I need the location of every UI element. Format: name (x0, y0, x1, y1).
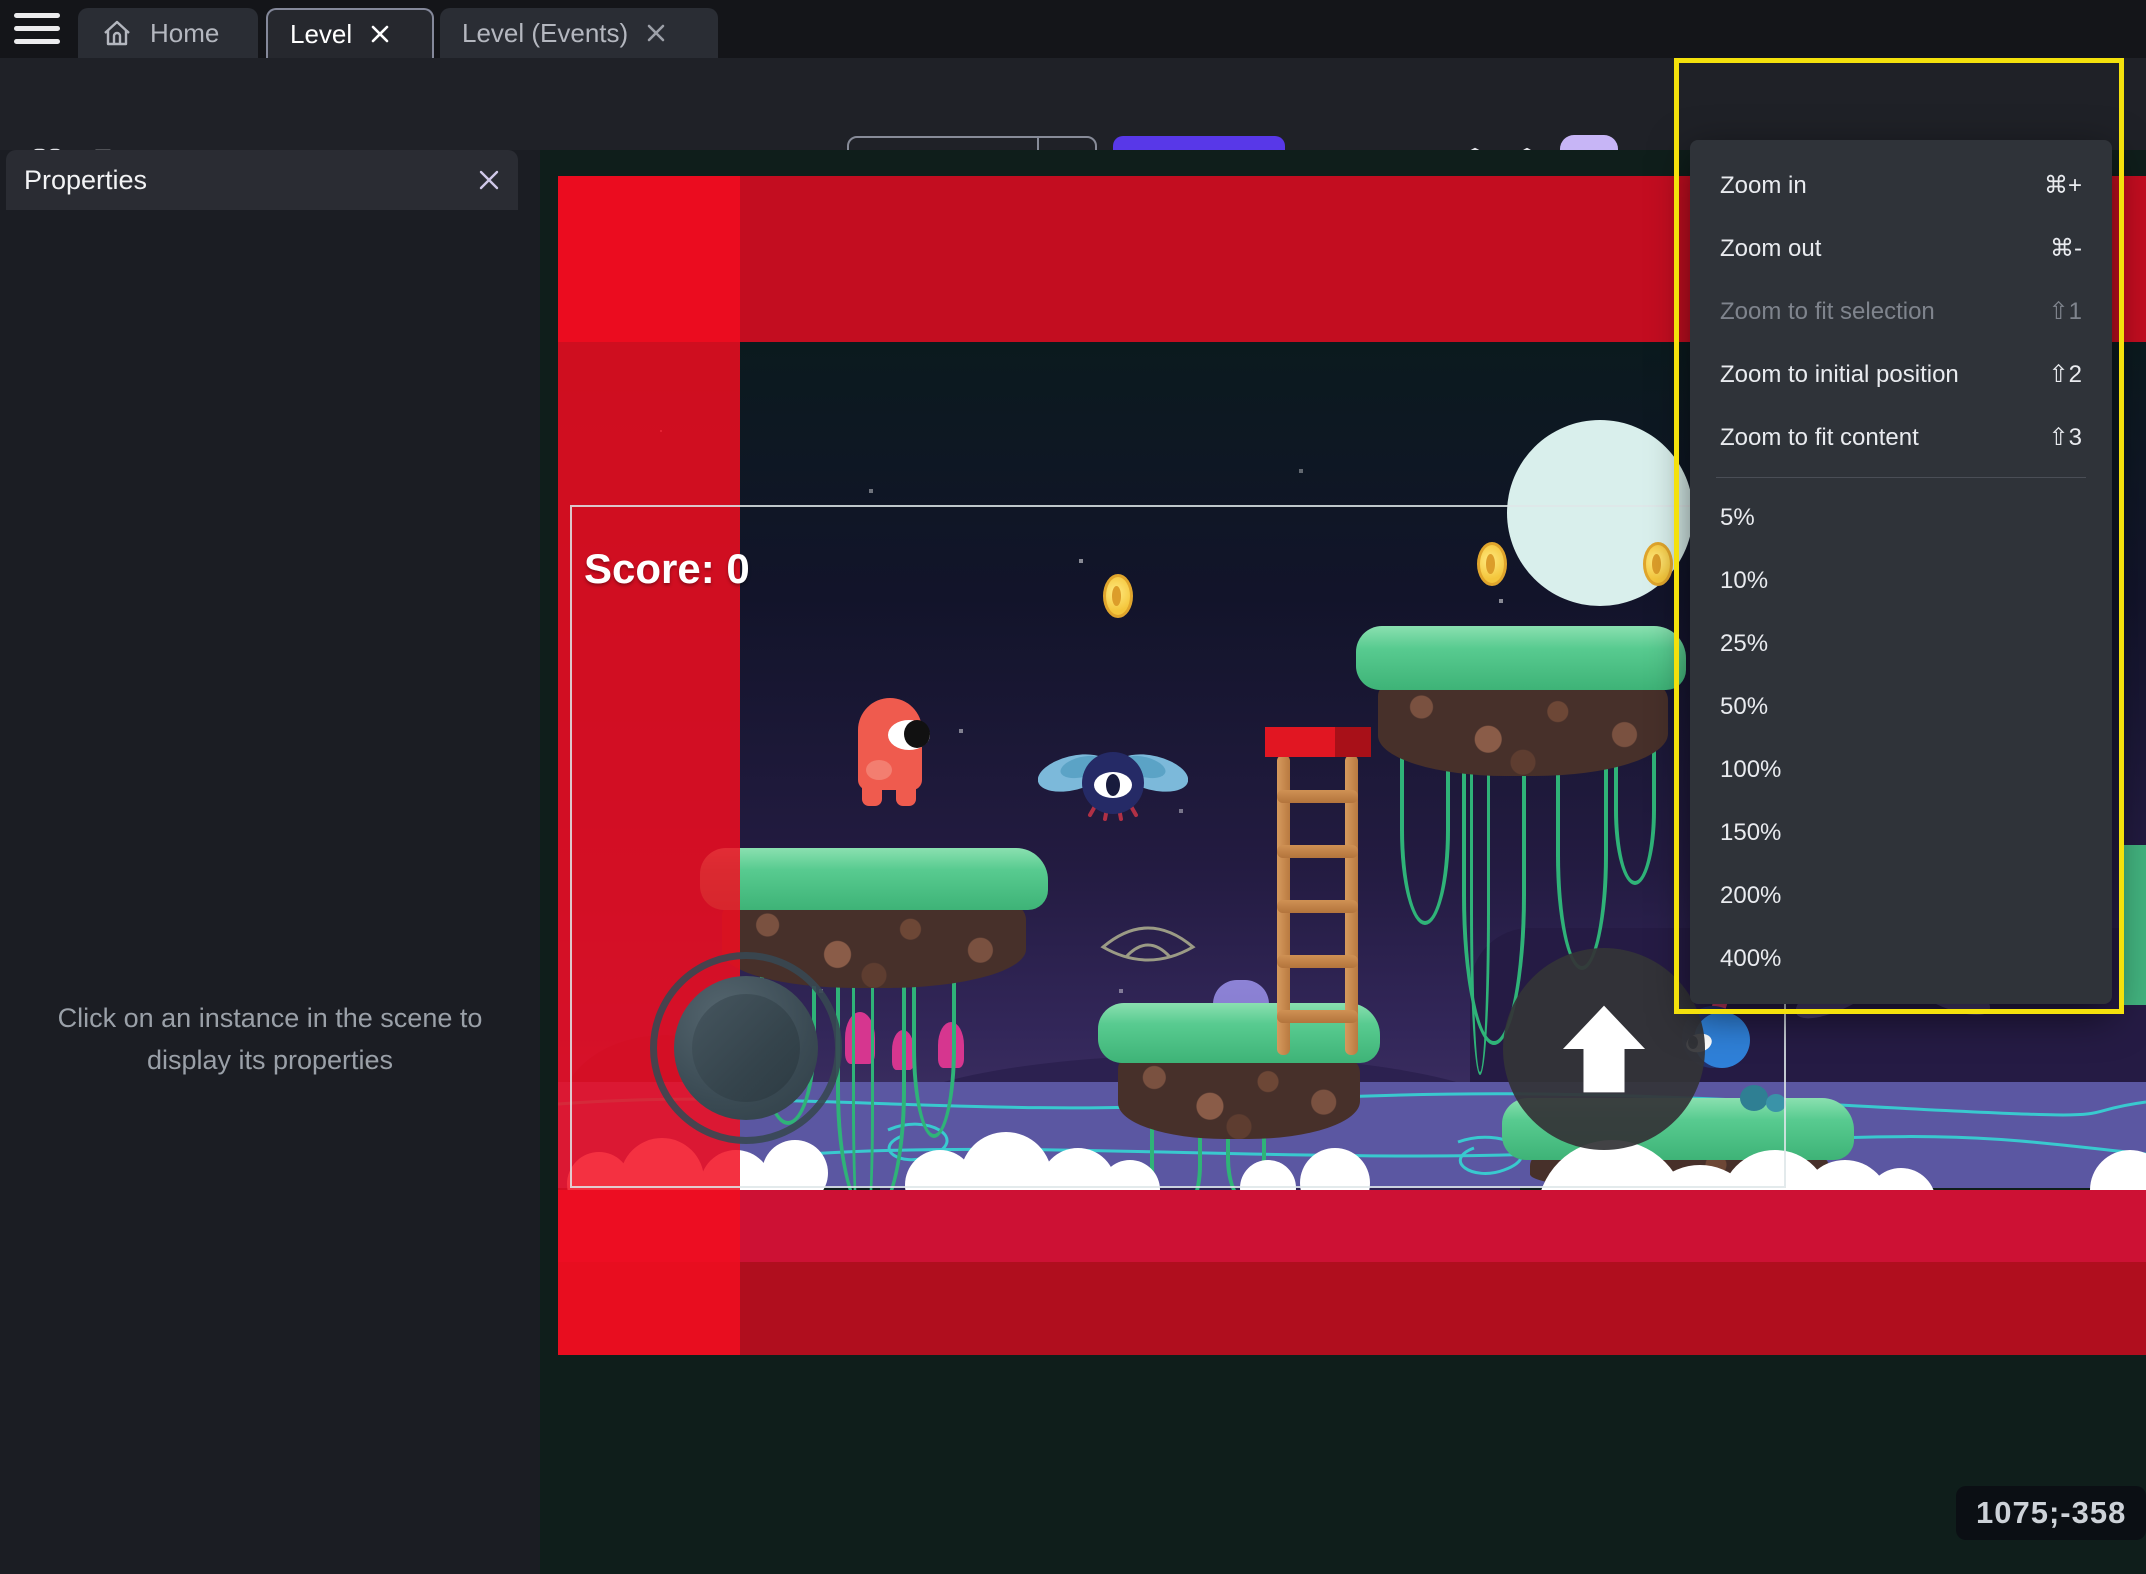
tab-label: Level (290, 18, 353, 49)
menu-item-zoom-150[interactable]: 150% (1690, 801, 2112, 864)
tab-home[interactable]: Home (78, 8, 258, 58)
menu-item-zoom-100[interactable]: 100% (1690, 738, 2112, 801)
zoom-options-menu: Zoom in ⌘+ Zoom out ⌘- Zoom to fit selec… (1690, 140, 2112, 1004)
menu-item-zoom-5[interactable]: 5% (1690, 486, 2112, 549)
properties-title: Properties (24, 164, 148, 195)
cursor-coordinates-badge: 1075;-358 (1956, 1486, 2146, 1540)
tab-label: Home (150, 17, 220, 48)
close-icon[interactable] (644, 21, 668, 45)
platform-sliver (2124, 845, 2146, 1005)
close-icon[interactable] (476, 167, 502, 193)
menu-item-zoom-out[interactable]: Zoom out ⌘- (1690, 217, 2112, 280)
close-icon[interactable] (368, 22, 392, 46)
tab-label: Level (Events) (462, 17, 629, 48)
red-band-bottom-dark (558, 1262, 2146, 1355)
red-band-bottom (558, 1190, 2146, 1262)
menu-item-zoom-25[interactable]: 25% (1690, 612, 2112, 675)
properties-empty-message: Click on an instance in the scene to dis… (57, 1003, 483, 1075)
tab-level[interactable]: Level (266, 8, 434, 58)
menu-item-zoom-10[interactable]: 10% (1690, 549, 2112, 612)
gdevelop-editor-window: Home Level Level (Events) Properties Cli… (0, 0, 2146, 1574)
tab-bar: Home Level Level (Events) (0, 0, 2146, 58)
toolbar: Preview Publish (0, 58, 2146, 196)
menu-item-zoom-initial-position[interactable]: Zoom to initial position ⇧2 (1690, 343, 2112, 406)
score-text-instance[interactable]: Score: 0 (584, 545, 750, 593)
menu-item-zoom-in[interactable]: Zoom in ⌘+ (1690, 154, 2112, 217)
arrow-up-icon (1562, 1005, 1646, 1093)
menu-item-zoom-400[interactable]: 400% (1690, 927, 2112, 990)
tab-level-events[interactable]: Level (Events) (440, 8, 718, 58)
menu-item-zoom-50[interactable]: 50% (1690, 675, 2112, 738)
menu-item-zoom-fit-content[interactable]: Zoom to fit content ⇧3 (1690, 406, 2112, 469)
menu-item-zoom-200[interactable]: 200% (1690, 864, 2112, 927)
properties-panel-header: Properties (6, 150, 518, 210)
menu-item-zoom-fit-selection: Zoom to fit selection ⇧1 (1720, 297, 2082, 326)
home-icon (100, 16, 134, 50)
menu-divider (1716, 477, 2086, 478)
main-menu-hamburger-button[interactable] (14, 13, 60, 45)
properties-panel: Properties Click on an instance in the s… (0, 150, 540, 1574)
